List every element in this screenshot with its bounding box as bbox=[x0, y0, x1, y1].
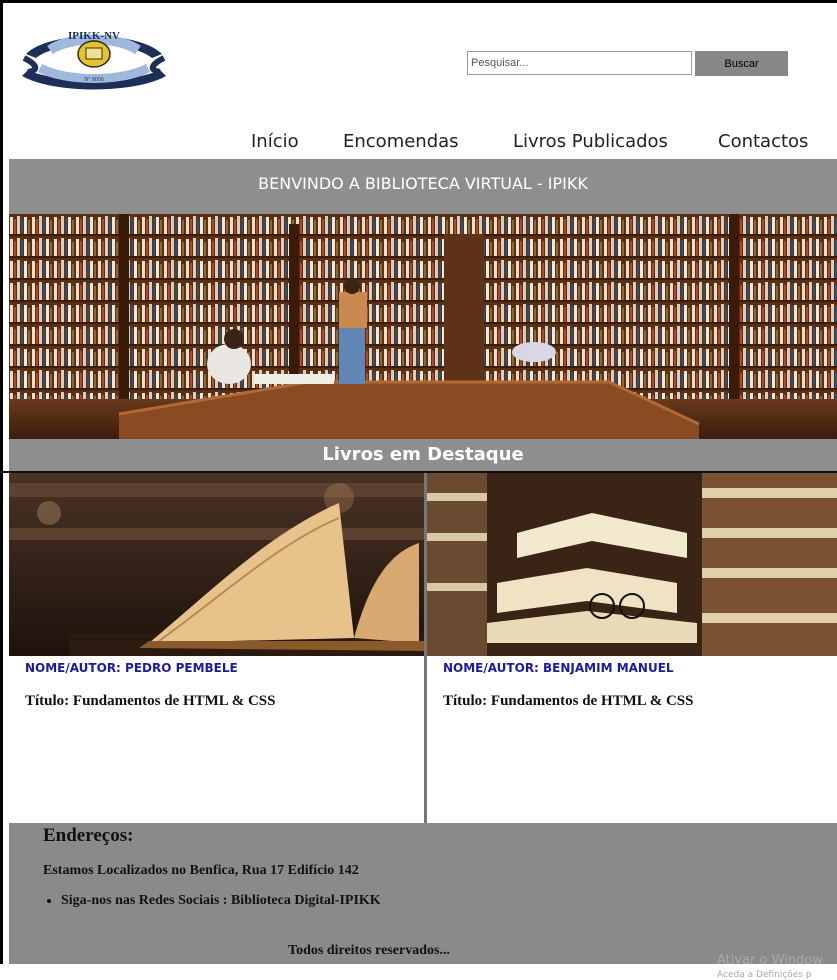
book-author: NOME/AUTOR: PEDRO PEMBELE bbox=[25, 661, 238, 675]
stacked-books-image bbox=[427, 473, 837, 656]
library-hero-image bbox=[9, 214, 837, 439]
footer-rights: Todos direitos reservados... bbox=[288, 943, 450, 958]
book-title: Título: Fundamentos de HTML & CSS bbox=[25, 693, 276, 709]
book-card[interactable]: NOME/AUTOR: BENJAMIM MANUEL Título: Fund… bbox=[427, 473, 837, 823]
book-author: NOME/AUTOR: BENJAMIM MANUEL bbox=[443, 661, 674, 675]
footer-location: Estamos Localizados no Benfica, Rua 17 E… bbox=[43, 863, 359, 878]
footer: Endereços: Estamos Localizados no Benfic… bbox=[9, 823, 837, 980]
welcome-banner: BENVINDO A BIBLIOTECA VIRTUAL - IPIKK bbox=[9, 159, 837, 214]
search-input[interactable] bbox=[467, 51, 692, 75]
nav-inicio[interactable]: Início bbox=[251, 131, 299, 152]
watermark-title: Ativar o Window bbox=[717, 953, 823, 968]
watermark-subtitle: Aceda a Definições p bbox=[717, 970, 812, 980]
social-list: Siga-nos nas Redes Sociais : Biblioteca … bbox=[27, 893, 381, 909]
logo-text: IPIKK-NV bbox=[68, 30, 120, 42]
nav-livros-publicados[interactable]: Livros Publicados bbox=[513, 131, 668, 152]
featured-heading: Livros em Destaque bbox=[9, 439, 837, 471]
search-button[interactable]: Buscar bbox=[695, 51, 788, 76]
school-logo: IPIKK-NV Nº 8056 bbox=[22, 30, 166, 90]
nav-encomendas[interactable]: Encomendas bbox=[343, 131, 459, 152]
footer-heading: Endereços: bbox=[43, 825, 134, 846]
nav-contactos[interactable]: Contactos bbox=[718, 131, 808, 152]
book-title: Título: Fundamentos de HTML & CSS bbox=[443, 693, 694, 709]
open-book-image bbox=[9, 473, 424, 656]
activation-watermark: Ativar o Window Aceda a Definições p bbox=[717, 953, 823, 980]
main-nav: Início Encomendas Livros Publicados Cont… bbox=[0, 131, 837, 155]
book-card[interactable]: NOME/AUTOR: PEDRO PEMBELE Título: Fundam… bbox=[9, 473, 424, 823]
logo-number: Nº 8056 bbox=[84, 77, 104, 83]
social-link[interactable]: Siga-nos nas Redes Sociais : Biblioteca … bbox=[61, 893, 381, 909]
